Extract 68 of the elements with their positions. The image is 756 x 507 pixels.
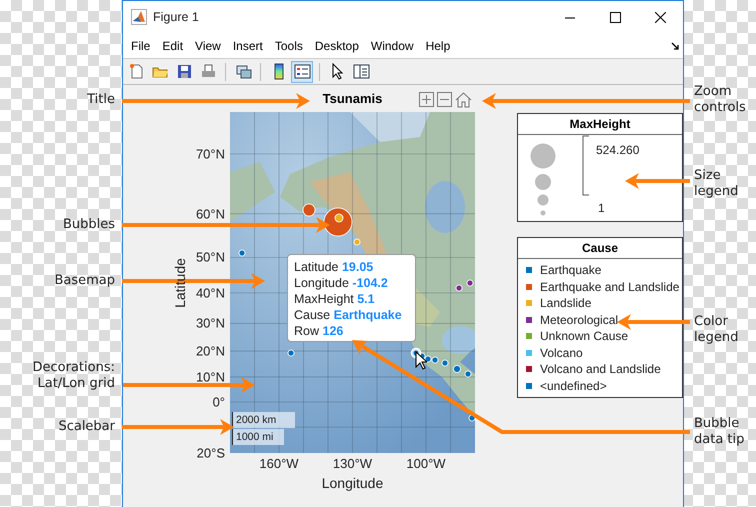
legend-title: MaxHeight (518, 114, 682, 135)
panel-icon (352, 63, 370, 80)
legend-value: 524.260 (596, 143, 640, 157)
legend-label: Meteorological (540, 312, 618, 327)
windows-icon (234, 63, 252, 80)
annotation-arrow (625, 173, 690, 189)
home-icon[interactable] (455, 92, 472, 108)
tick-label: 160°W (259, 456, 299, 471)
legend-label: Unknown Cause (540, 329, 628, 344)
annotation-label: Basemap (53, 273, 115, 289)
zoom-out-icon[interactable] (437, 92, 452, 107)
printer-icon (200, 63, 216, 80)
annotation-label: Scalebar (57, 419, 115, 435)
legend-title: Cause (518, 238, 682, 259)
legend-label: Volcano and Landslide (540, 362, 661, 376)
tick-label: 50°N (196, 250, 225, 265)
close-icon[interactable] (655, 12, 666, 22)
tick-label: 30°N (196, 316, 225, 331)
dock-arrow-icon[interactable] (671, 42, 679, 50)
annotation-label: Bubble data tip (694, 416, 746, 448)
zoom-in-icon[interactable] (419, 92, 434, 107)
tick-label: 20°S (196, 445, 225, 460)
menu-item[interactable]: Window (364, 38, 420, 52)
legend-label: Landslide (540, 296, 592, 310)
data-tip-row-text: Latitude 19.05 (294, 260, 374, 274)
tick-label: 10°N (196, 369, 225, 384)
tick-label: 40°N (196, 285, 225, 300)
axis-label: Latitude (172, 258, 188, 308)
legend-label: Earthquake and Landslide (540, 280, 680, 294)
tick-label: 130°W (332, 456, 372, 471)
menu-item[interactable]: Desktop (308, 38, 365, 52)
legend-icon (294, 63, 310, 80)
legend-label: Volcano (540, 346, 583, 360)
legend-label: <undefined> (540, 378, 607, 393)
menu-item[interactable]: Edit (156, 38, 190, 52)
legend-tool-button[interactable] (291, 60, 313, 82)
annotation-label: Title (86, 92, 115, 108)
tick-label: 70°N (196, 146, 225, 162)
tick-label: 0° (212, 394, 225, 410)
scalebar-label: 1000 mi (232, 429, 284, 445)
menu-item[interactable]: Insert (226, 38, 269, 52)
menu-item[interactable]: Tools (268, 38, 309, 52)
legend-label: Earthquake (540, 263, 602, 278)
tick-label: 100°W (406, 456, 446, 471)
data-tip-row-text: Longitude -104.2 (294, 276, 389, 290)
app-logo-icon (131, 9, 147, 25)
annotation-label: Decorations: Lat/Lon grid (32, 360, 115, 392)
window-title: Figure 1 (153, 10, 200, 24)
annotation-label: Zoom controls (694, 84, 747, 116)
scalebar-label: 2000 km (232, 412, 295, 428)
annotation-label: Color legend (694, 314, 740, 346)
legend-value: 1 (598, 201, 605, 215)
tick-label: 20°N (196, 344, 225, 359)
annotation-label: Bubbles (62, 217, 115, 233)
data-tip-row-text: Row 126 (294, 324, 344, 338)
plot-title: Tsunamis (322, 91, 382, 106)
blank-page-icon (128, 63, 144, 80)
tick-label: 60°N (196, 206, 225, 222)
range-bracket-icon (582, 135, 590, 197)
menu-item[interactable]: Help (420, 38, 456, 52)
maximize-icon[interactable] (610, 12, 621, 22)
menu-item[interactable]: File (125, 38, 156, 52)
data-tip-row-text: MaxHeight 5.1 (294, 292, 376, 306)
axis-label: Longitude (322, 475, 384, 491)
annotation-label: Size legend (694, 168, 740, 200)
data-tip-row-text: Cause Earthquake (294, 308, 403, 322)
menu-item[interactable]: View (189, 38, 227, 52)
cursor-icon (415, 351, 427, 370)
